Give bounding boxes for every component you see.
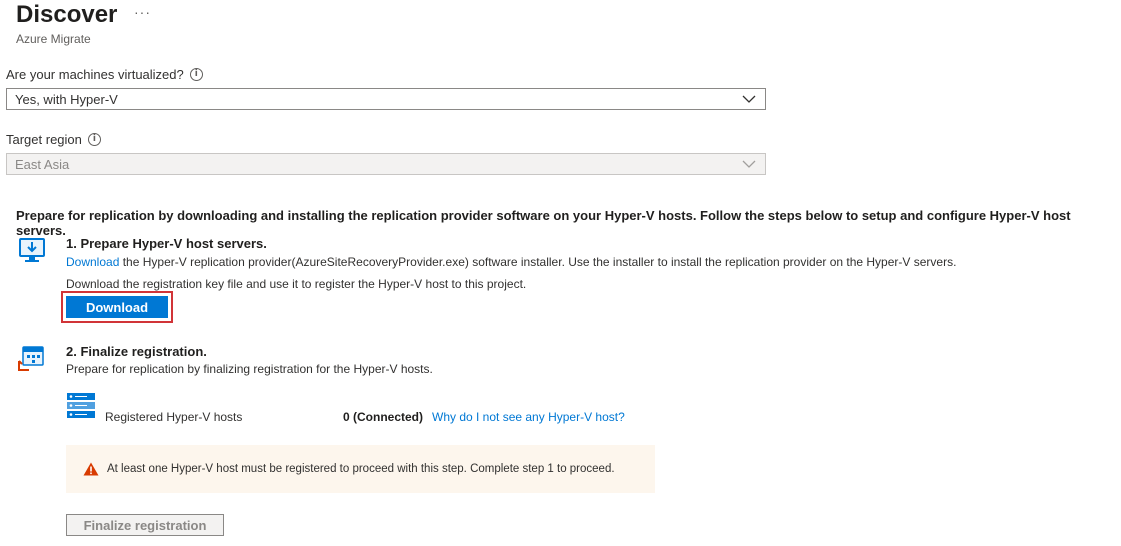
warning-banner: At least one Hyper-V host must be regist…: [66, 445, 655, 493]
server-icon: [67, 393, 95, 418]
step2-title: 2. Finalize registration.: [66, 344, 207, 359]
hosts-label: Registered Hyper-V hosts: [105, 410, 243, 424]
hosts-count: 0 (Connected): [343, 410, 424, 424]
download-monitor-icon: [19, 238, 45, 262]
step1-installer-text: Download the Hyper-V replication provide…: [66, 255, 956, 269]
region-label-text: Target region: [6, 132, 82, 147]
step2-text: Prepare for replication by finalizing re…: [66, 362, 433, 376]
finalize-registration-button: Finalize registration: [66, 514, 224, 536]
virtualized-dropdown[interactable]: Yes, with Hyper-V: [6, 88, 766, 110]
chevron-down-icon: [742, 95, 756, 103]
info-icon[interactable]: i: [87, 133, 101, 146]
virtualized-dropdown-value: Yes, with Hyper-V: [15, 91, 118, 107]
virtualized-label: Are your machines virtualized? i: [6, 67, 203, 82]
intro-text: Prepare for replication by downloading a…: [16, 208, 1071, 238]
why-no-host-link[interactable]: Why do I not see any Hyper-V host?: [432, 410, 625, 424]
region-dropdown: East Asia: [6, 153, 766, 175]
step1-title: 1. Prepare Hyper-V host servers.: [66, 236, 267, 251]
download-key-button[interactable]: Download: [66, 296, 168, 318]
region-label: Target region i: [6, 132, 101, 147]
warning-text: At least one Hyper-V host must be regist…: [107, 463, 615, 475]
download-installer-link[interactable]: Download: [66, 255, 119, 269]
virtualized-label-text: Are your machines virtualized?: [6, 67, 184, 82]
step1-key-text: Download the registration key file and u…: [66, 277, 527, 291]
page-subtitle: Azure Migrate: [16, 32, 91, 46]
warning-icon: [83, 462, 99, 476]
calendar-sync-icon: [18, 346, 44, 371]
more-options-button[interactable]: ···: [134, 4, 151, 20]
region-dropdown-value: East Asia: [15, 156, 70, 172]
page-title: Discover: [16, 1, 118, 28]
chevron-down-icon: [742, 160, 756, 168]
step1-installer-desc: the Hyper-V replication provider(AzureSi…: [119, 255, 957, 269]
info-icon[interactable]: i: [189, 68, 203, 81]
